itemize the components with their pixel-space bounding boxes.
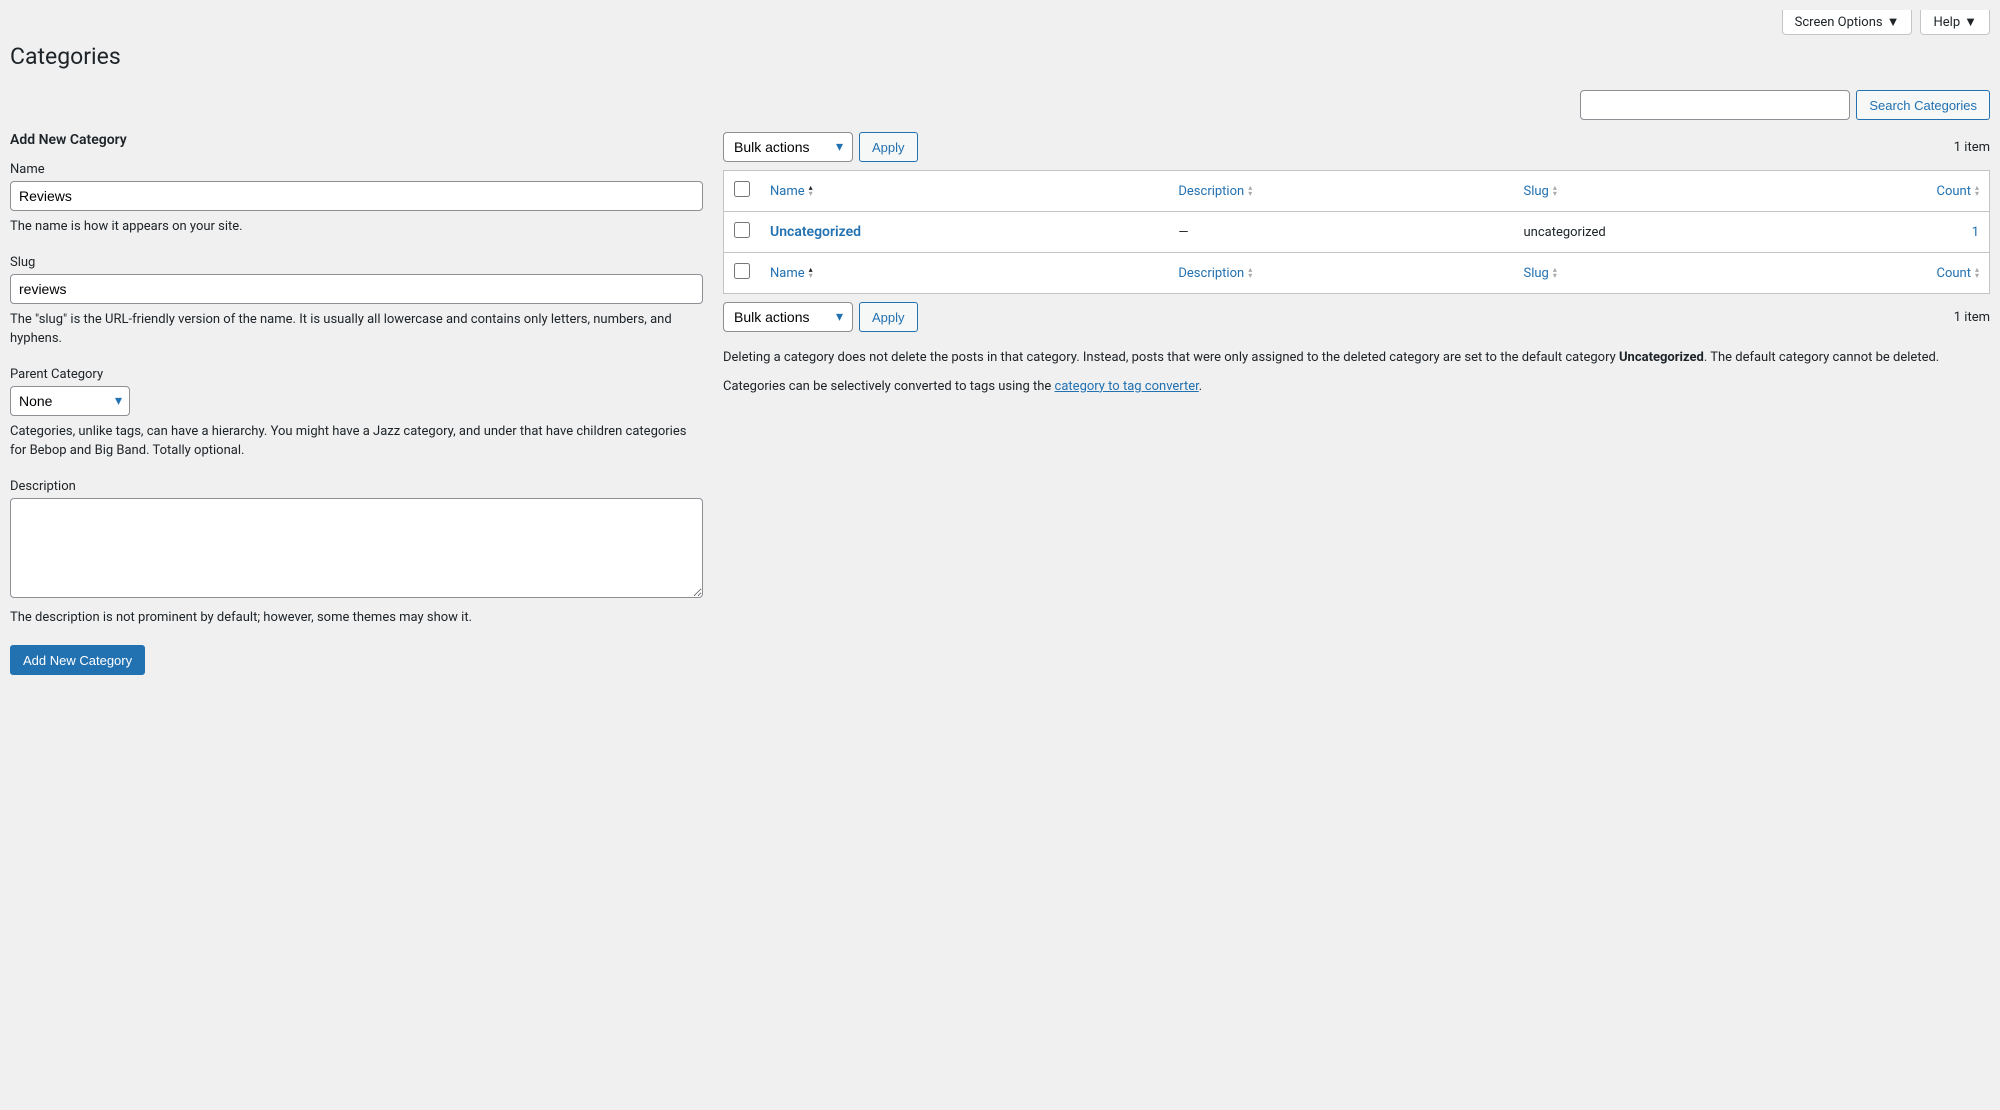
caret-down-icon: ▼: [1964, 14, 1977, 30]
sort-icon: ▴▾: [809, 267, 813, 279]
description-label: Description: [10, 479, 703, 494]
sort-icon: ▴▾: [1975, 267, 1979, 279]
column-footer-description: Description ▴▾: [1168, 253, 1513, 294]
screen-options-label: Screen Options: [1795, 15, 1883, 30]
name-label: Name: [10, 162, 703, 177]
row-count-link[interactable]: 1: [1972, 225, 1979, 240]
column-header-count: Count ▴▾: [1890, 171, 1990, 212]
sort-description-link-bottom[interactable]: Description ▴▾: [1178, 266, 1252, 281]
apply-button-bottom[interactable]: Apply: [859, 302, 918, 332]
search-input[interactable]: [1580, 90, 1850, 120]
sort-slug-link-bottom[interactable]: Slug ▴▾: [1523, 266, 1556, 281]
parent-label: Parent Category: [10, 367, 703, 382]
sort-count-link[interactable]: Count ▴▾: [1937, 184, 1980, 199]
screen-options-tab[interactable]: Screen Options ▼: [1782, 10, 1913, 35]
parent-select[interactable]: None: [10, 386, 130, 416]
note-convert-text-b: .: [1199, 379, 1202, 394]
search-button[interactable]: Search Categories: [1856, 90, 1990, 120]
sort-icon: ▴▾: [1248, 185, 1252, 197]
sort-icon: ▴▾: [1248, 267, 1252, 279]
sort-slug-link[interactable]: Slug ▴▾: [1523, 184, 1556, 199]
column-header-description: Description ▴▾: [1168, 171, 1513, 212]
help-label: Help: [1933, 15, 1960, 30]
column-header-slug: Slug ▴▾: [1513, 171, 1889, 212]
column-footer-name: Name ▴▾: [760, 253, 1168, 294]
page-title: Categories: [10, 43, 1990, 70]
notes-section: Deleting a category does not delete the …: [723, 348, 1990, 398]
note-convert-text-a: Categories can be selectively converted …: [723, 379, 1055, 394]
sort-icon: ▴▾: [809, 185, 813, 197]
slug-label: Slug: [10, 255, 703, 270]
note-delete-text-b: . The default category cannot be deleted…: [1704, 350, 1939, 365]
column-footer-count: Count ▴▾: [1890, 253, 1990, 294]
note-default-category: Uncategorized: [1619, 350, 1704, 365]
select-all-top[interactable]: [734, 181, 750, 197]
help-tab[interactable]: Help ▼: [1920, 10, 1990, 35]
sort-count-link-bottom[interactable]: Count ▴▾: [1937, 266, 1980, 281]
description-help: The description is not prominent by defa…: [10, 608, 703, 628]
caret-down-icon: ▼: [1887, 14, 1900, 30]
add-new-heading: Add New Category: [10, 132, 703, 148]
slug-help: The "slug" is the URL-friendly version o…: [10, 310, 703, 349]
name-help: The name is how it appears on your site.: [10, 217, 703, 237]
add-new-category-button[interactable]: Add New Category: [10, 645, 145, 675]
slug-input[interactable]: [10, 274, 703, 304]
note-delete-text-a: Deleting a category does not delete the …: [723, 350, 1619, 365]
select-all-bottom[interactable]: [734, 263, 750, 279]
item-count-bottom: 1 item: [1954, 310, 1990, 325]
apply-button-top[interactable]: Apply: [859, 132, 918, 162]
name-input[interactable]: [10, 181, 703, 211]
row-checkbox[interactable]: [734, 222, 750, 238]
row-name-link[interactable]: Uncategorized: [770, 224, 861, 240]
sort-icon: ▴▾: [1975, 185, 1979, 197]
sort-icon: ▴▾: [1553, 267, 1557, 279]
sort-description-link[interactable]: Description ▴▾: [1178, 184, 1252, 199]
table-row: Uncategorized — uncategorized 1: [724, 212, 1990, 253]
row-description: —: [1168, 212, 1513, 253]
column-header-name: Name ▴▾: [760, 171, 1168, 212]
bulk-actions-select-top[interactable]: Bulk actions: [723, 132, 853, 162]
sort-icon: ▴▾: [1553, 185, 1557, 197]
sort-name-link[interactable]: Name ▴▾: [770, 184, 813, 199]
column-footer-slug: Slug ▴▾: [1513, 253, 1889, 294]
row-slug: uncategorized: [1513, 212, 1889, 253]
parent-help: Categories, unlike tags, can have a hier…: [10, 422, 703, 461]
sort-name-link-bottom[interactable]: Name ▴▾: [770, 266, 813, 281]
description-input[interactable]: [10, 498, 703, 598]
bulk-actions-select-bottom[interactable]: Bulk actions: [723, 302, 853, 332]
item-count-top: 1 item: [1954, 140, 1990, 155]
tag-converter-link[interactable]: category to tag converter: [1055, 379, 1199, 394]
